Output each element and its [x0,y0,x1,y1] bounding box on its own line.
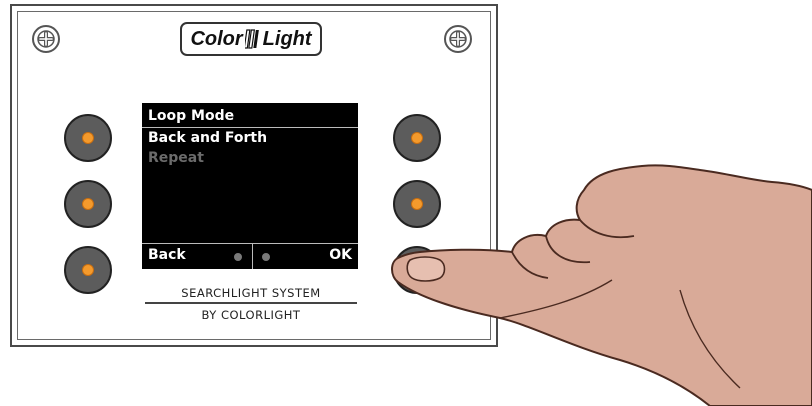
logo-text-right: Light [262,27,312,50]
title-divider [142,127,358,128]
lcd-screen: Loop Mode Back and Forth Repeat Back OK [142,103,358,269]
softkey-divider [142,243,358,244]
logo-text-left: Color [190,27,243,50]
left-button-top[interactable] [64,114,112,162]
softkey-back-label: Back [148,247,186,263]
pointing-hand-icon [391,164,812,406]
left-button-bottom[interactable] [64,246,112,294]
softkey-dot-right-icon [262,253,270,261]
caption-line-2: BY COLORLIGHT [201,308,301,322]
colorlight-logo: Color Light [180,22,322,56]
screen-title: Loop Mode [148,108,235,124]
screw-left-icon [32,25,60,53]
screw-right-icon [444,25,472,53]
menu-option-selected[interactable]: Back and Forth [148,130,267,146]
caption-divider [145,302,357,304]
softkey-separator [252,243,253,269]
softkey-dot-left-icon [234,253,242,261]
caption-line-1: SEARCHLIGHT SYSTEM [181,286,321,300]
menu-option[interactable]: Repeat [148,150,204,166]
logo-mark-icon [244,29,259,49]
softkey-ok-label: OK [329,247,352,263]
left-button-middle[interactable] [64,180,112,228]
